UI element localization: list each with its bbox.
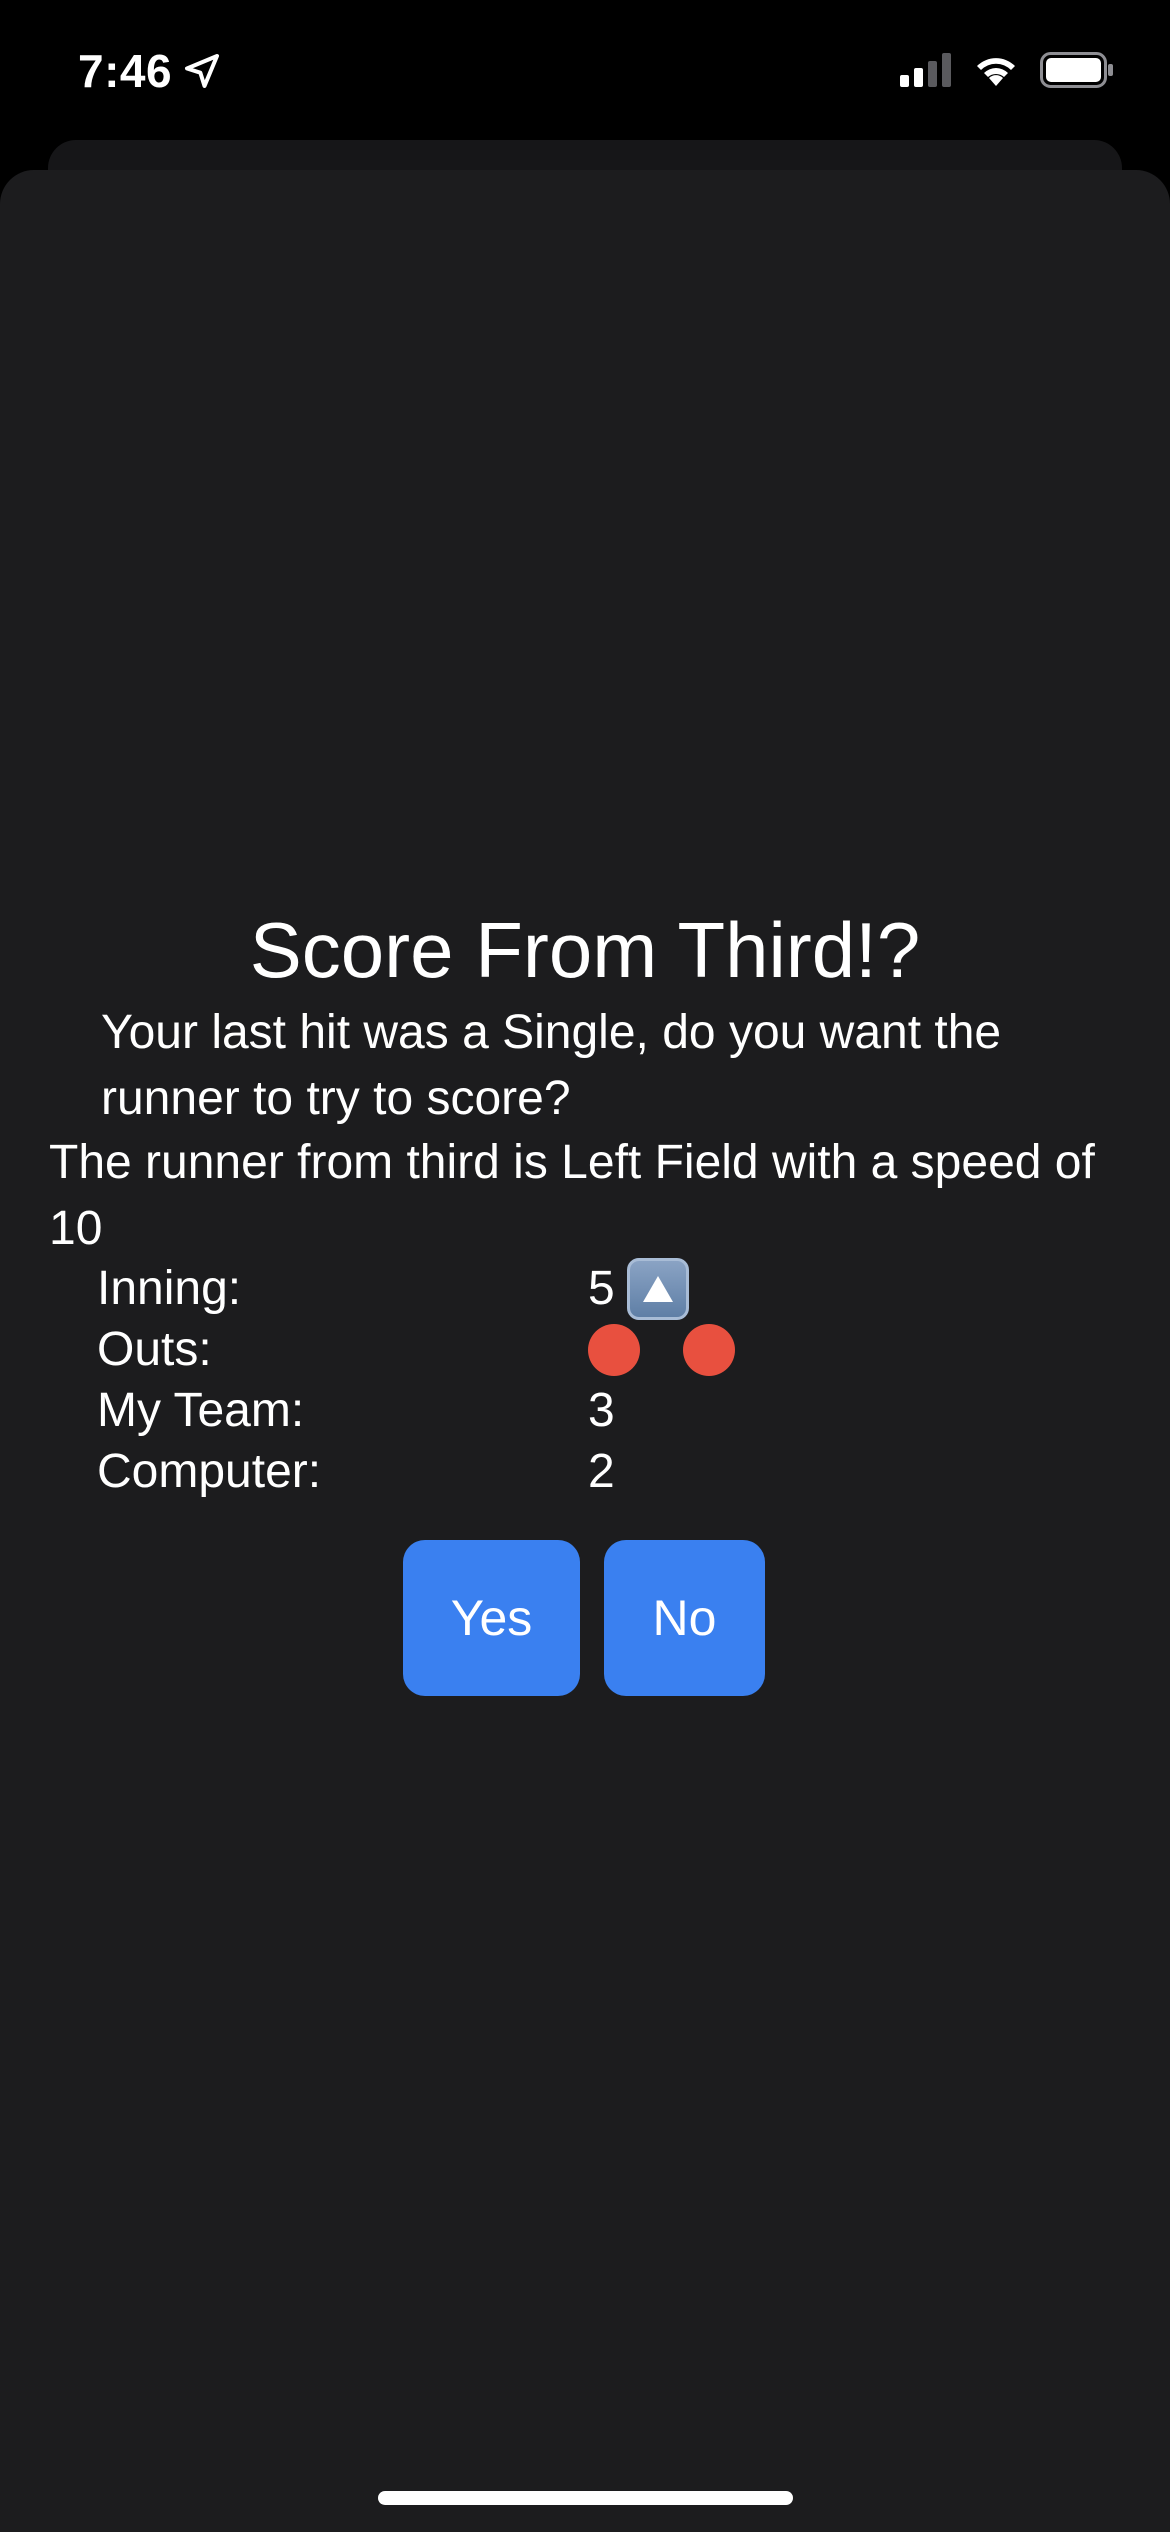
dialog-buttons: Yes No: [403, 1540, 765, 1696]
inning-row: Inning: 5: [97, 1257, 997, 1320]
computer-label: Computer:: [97, 1445, 322, 1498]
game-stats: Inning: 5 Outs: My Team: 3 Computer: 2: [97, 1257, 997, 1502]
status-time: 7:46: [78, 44, 222, 98]
my-team-label: My Team:: [97, 1384, 305, 1437]
inning-label: Inning:: [97, 1262, 242, 1315]
dialog-title: Score From Third!?: [249, 906, 921, 994]
my-team-score: 3: [588, 1384, 615, 1437]
out-dot: [683, 1323, 735, 1376]
computer-score: 2: [588, 1445, 615, 1498]
status-icons: [900, 52, 1114, 88]
outs-row: Outs:: [97, 1319, 997, 1380]
dialog-question: Your last hit was a Single, do you want …: [101, 1006, 1002, 1125]
yes-button[interactable]: Yes: [403, 1540, 580, 1696]
cellular-signal-icon: [900, 53, 951, 87]
location-arrow-icon: [185, 54, 220, 88]
inning-value-group: 5: [588, 1257, 689, 1320]
no-button[interactable]: No: [604, 1540, 765, 1696]
out-dot: [588, 1323, 640, 1376]
outs-label: Outs:: [97, 1323, 212, 1376]
battery-icon: [1040, 52, 1113, 88]
my-team-row: My Team: 3: [97, 1380, 997, 1441]
time-text: 7:46: [78, 45, 173, 97]
computer-row: Computer: 2: [97, 1441, 997, 1502]
outs-indicator: [588, 1323, 766, 1376]
up-arrow-icon: [626, 1257, 689, 1320]
inning-value: 5: [588, 1262, 615, 1315]
wifi-icon: [977, 58, 1015, 86]
runner-info: The runner from third is Left Field with…: [49, 1136, 1095, 1255]
home-indicator[interactable]: [378, 2491, 793, 2505]
status-bar: 7:46: [0, 0, 1170, 145]
